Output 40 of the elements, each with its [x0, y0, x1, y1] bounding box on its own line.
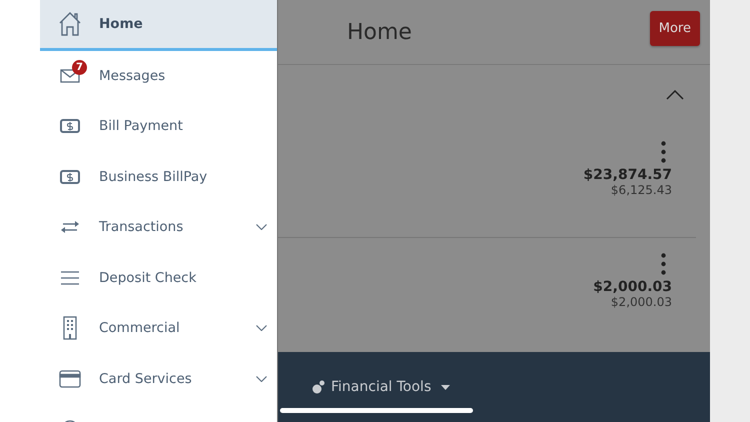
page-title: Home — [347, 20, 412, 44]
financial-tools-button[interactable]: Financial Tools — [312, 379, 450, 395]
building-icon — [62, 316, 76, 340]
chevron-up-icon — [666, 90, 684, 100]
available-balance: $2,000.03 — [610, 295, 672, 309]
menu-item[interactable]: Home — [40, 0, 277, 50]
message-count-badge: 7 — [72, 60, 87, 75]
dropdown-caret-icon — [441, 384, 450, 390]
menu-lines-icon — [60, 270, 78, 286]
chevron-down-icon — [256, 224, 267, 230]
more-button[interactable]: More — [650, 10, 700, 46]
swap-arrows-icon — [60, 220, 80, 234]
chevron-down-icon — [256, 325, 267, 331]
menu-item-label: Commercial — [99, 320, 180, 336]
menu-item[interactable]: Business BillPay — [40, 152, 277, 202]
menu-item-label: Home — [99, 16, 143, 32]
menu-item-label: Business BillPay — [99, 168, 208, 185]
menu-item-label: Card Services — [99, 370, 192, 387]
house-icon — [58, 10, 82, 37]
menu-item[interactable]: Transactions — [40, 202, 277, 252]
menu-item-label: Deposit Check — [99, 270, 196, 286]
menu-item-label: Messages — [99, 68, 166, 84]
menu-item-label: Transactions — [99, 219, 184, 236]
menu-item[interactable]: Commercial — [40, 303, 277, 354]
envelope-icon — [60, 68, 80, 83]
menu-item[interactable]: Bill Payment — [40, 101, 277, 152]
dollar-bill-icon — [60, 119, 80, 134]
menu-item[interactable]: Card Services — [40, 354, 277, 404]
dollar-bill-icon — [60, 170, 80, 184]
credit-card-icon — [58, 370, 80, 388]
coins-icon — [312, 380, 326, 394]
account-balance: $2,000.03 — [593, 279, 672, 295]
menu-item-label: Bill Payment — [99, 118, 183, 134]
menu-item[interactable]: Deposit Check — [40, 252, 277, 303]
more-options-icon[interactable] — [661, 141, 666, 163]
menu-item[interactable]: 7 Messages — [40, 50, 277, 101]
more-options-icon[interactable] — [661, 253, 666, 275]
available-balance: $6,125.43 — [610, 183, 672, 197]
account-balance: $23,874.57 — [583, 167, 672, 183]
chevron-down-icon — [256, 376, 267, 382]
